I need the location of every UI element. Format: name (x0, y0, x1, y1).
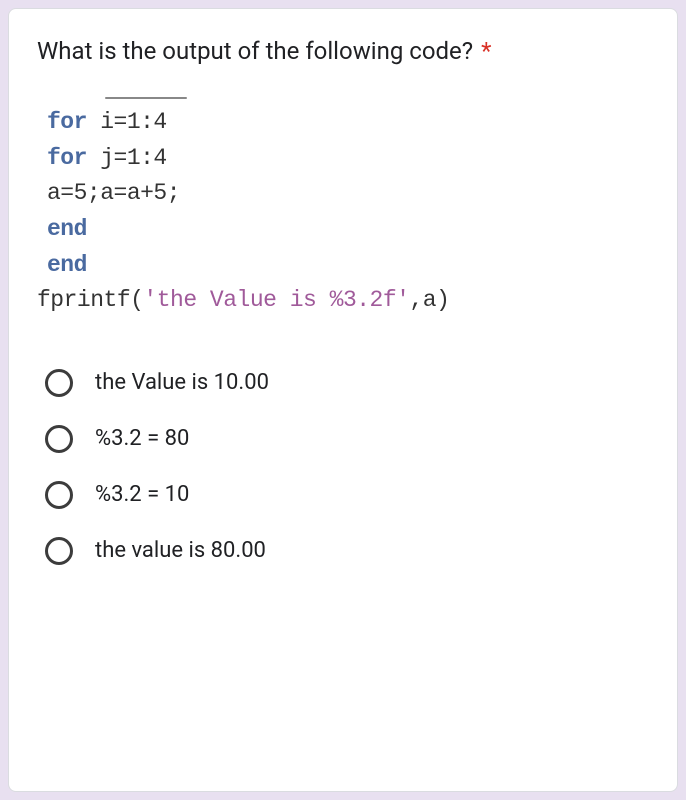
option-label: %3.2 = 10 (95, 482, 189, 507)
code-keyword-for-2: for (47, 145, 87, 171)
option-row[interactable]: the value is 80.00 (45, 537, 649, 565)
option-label: the value is 80.00 (95, 538, 266, 563)
option-label: the Value is 10.00 (95, 370, 269, 395)
code-keyword-end-1: end (47, 216, 87, 242)
radio-icon (45, 369, 73, 397)
code-block: for i=1:4 for j=1:4 a=5;a=a+5; end end f… (47, 105, 649, 319)
code-fprintf-pre: fprintf( (37, 287, 143, 313)
code-line-6: fprintf('the Value is %3.2f',a) (37, 283, 649, 319)
code-line-3: a=5;a=a+5; (47, 176, 649, 212)
option-row[interactable]: %3.2 = 10 (45, 481, 649, 509)
question-card: What is the output of the following code… (8, 8, 678, 792)
question-text: What is the output of the following code… (37, 37, 473, 65)
code-rest-1: i=1:4 (87, 109, 167, 135)
required-asterisk: * (481, 37, 491, 65)
code-line-2: for j=1:4 (47, 141, 649, 177)
code-keyword-end-2: end (47, 252, 87, 278)
radio-icon (45, 537, 73, 565)
code-line-4: end (47, 212, 649, 248)
option-label: %3.2 = 80 (95, 426, 189, 451)
code-line-5: end (47, 248, 649, 284)
options-group: the Value is 10.00 %3.2 = 80 %3.2 = 10 t… (37, 369, 649, 565)
question-title: What is the output of the following code… (37, 33, 649, 69)
code-fprintf-string: 'the Value is %3.2f' (143, 287, 409, 313)
code-keyword-for-1: for (47, 109, 87, 135)
radio-icon (45, 481, 73, 509)
code-fprintf-post: ,a) (409, 287, 449, 313)
code-line-1: for i=1:4 (47, 105, 649, 141)
radio-icon (45, 425, 73, 453)
option-row[interactable]: %3.2 = 80 (45, 425, 649, 453)
option-row[interactable]: the Value is 10.00 (45, 369, 649, 397)
code-rest-2: j=1:4 (87, 145, 167, 171)
